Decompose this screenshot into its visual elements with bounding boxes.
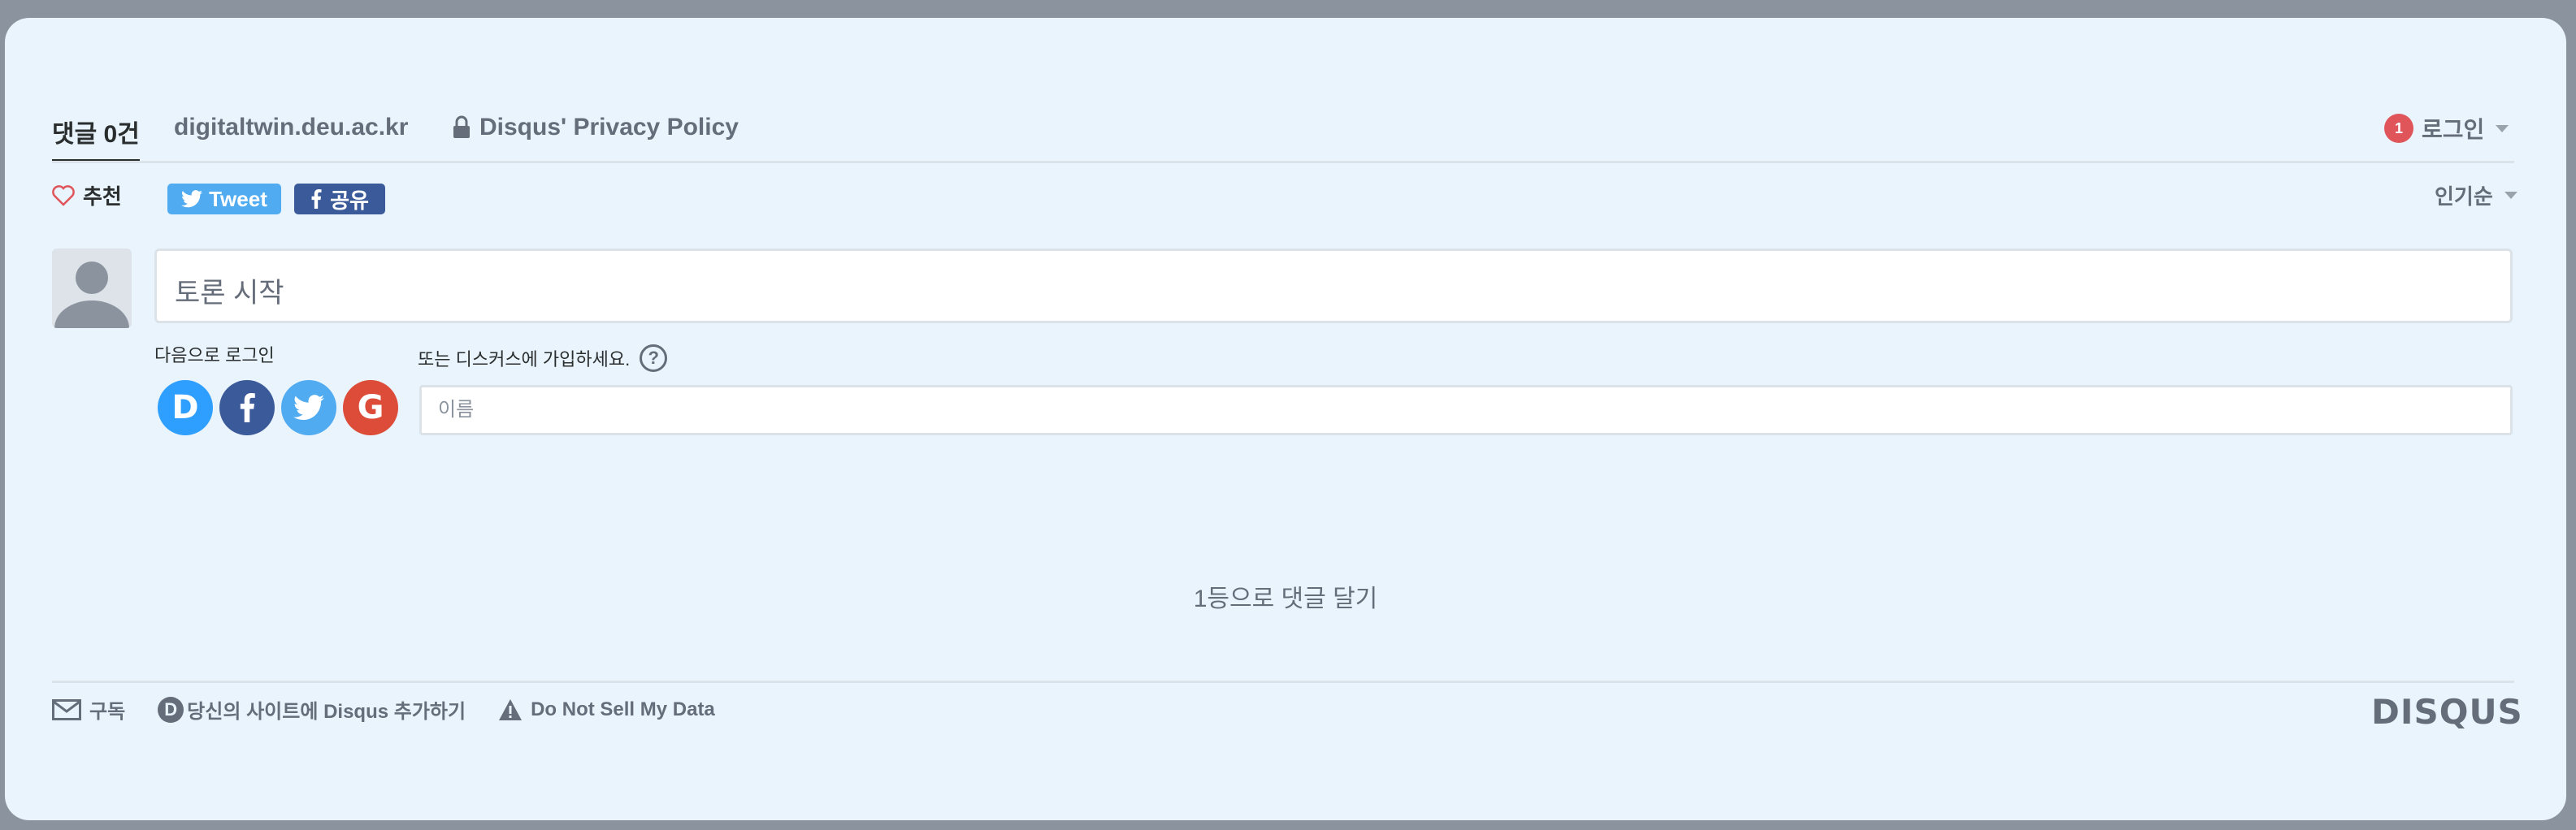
disqus-icon: D [171,389,199,426]
envelope-icon [52,698,81,720]
facebook-icon [240,393,255,422]
name-input[interactable] [419,385,2513,435]
comment-composer[interactable]: 토론 시작 [154,249,2513,323]
chevron-down-icon [2504,192,2517,199]
empty-state-text: 1등으로 댓글 달기 [1193,586,1378,612]
add-disqus-link[interactable]: D 당신의 사이트에 Disqus 추가하기 [158,695,466,724]
privacy-policy-label: Disqus' Privacy Policy [479,114,739,140]
login-label: 로그인 [2422,117,2485,142]
recommend-button[interactable]: 추천 [52,180,122,210]
sort-label: 인기순 [2435,184,2493,209]
google-icon: G [357,389,384,426]
facebook-share-button[interactable]: 공유 [294,184,385,214]
avatar [52,249,132,328]
disqus-logo[interactable]: DISQUS [2371,692,2523,732]
heart-icon [52,184,75,206]
do-not-sell-label: Do Not Sell My Data [531,698,715,720]
recommend-label: 추천 [83,184,122,209]
lock-icon [452,115,471,140]
twitter-login-button[interactable] [281,380,336,435]
tweet-label: Tweet [209,186,267,211]
warning-icon [499,698,523,720]
signup-label: 또는 디스커스에 가입하세요. [418,349,631,370]
tab-comments[interactable]: 댓글 0건 [52,114,140,149]
facebook-icon [311,189,322,209]
twitter-icon [181,190,203,208]
tab-community[interactable]: digitaltwin.deu.ac.kr [174,114,408,141]
footer-divider [52,681,2514,683]
twitter-icon [293,395,324,421]
composer-placeholder: 토론 시작 [175,278,284,309]
login-menu[interactable]: 1 로그인 [2384,112,2509,145]
tweet-button[interactable]: Tweet [167,184,281,214]
action-bar: 추천 Tweet 공유 [52,180,385,214]
share-label: 공유 [330,188,369,213]
add-disqus-label: 당신의 사이트에 Disqus 추가하기 [187,701,466,723]
chevron-down-icon [2496,124,2509,132]
nav-divider [52,161,2514,163]
user-icon [54,262,129,328]
help-icon[interactable]: ? [640,344,668,372]
subscribe-link[interactable]: 구독 [52,695,125,724]
tab-privacy-policy[interactable]: Disqus' Privacy Policy [452,114,739,141]
disqus-login-button[interactable]: D [158,380,213,435]
notification-badge[interactable]: 1 [2384,114,2413,143]
footer: 구독 D 당신의 사이트에 Disqus 추가하기 Do Not Sell My… [52,695,748,724]
disqus-icon: D [158,696,184,723]
facebook-login-button[interactable] [219,380,275,435]
login-with-label: 다음으로 로그인 [154,345,275,365]
social-login-buttons: D G [158,380,398,435]
do-not-sell-link[interactable]: Do Not Sell My Data [498,698,715,721]
signup-hint: 또는 디스커스에 가입하세요. ? [418,344,668,372]
subscribe-label: 구독 [89,701,126,723]
sort-dropdown[interactable]: 인기순 [2435,180,2517,210]
google-login-button[interactable]: G [343,380,398,435]
